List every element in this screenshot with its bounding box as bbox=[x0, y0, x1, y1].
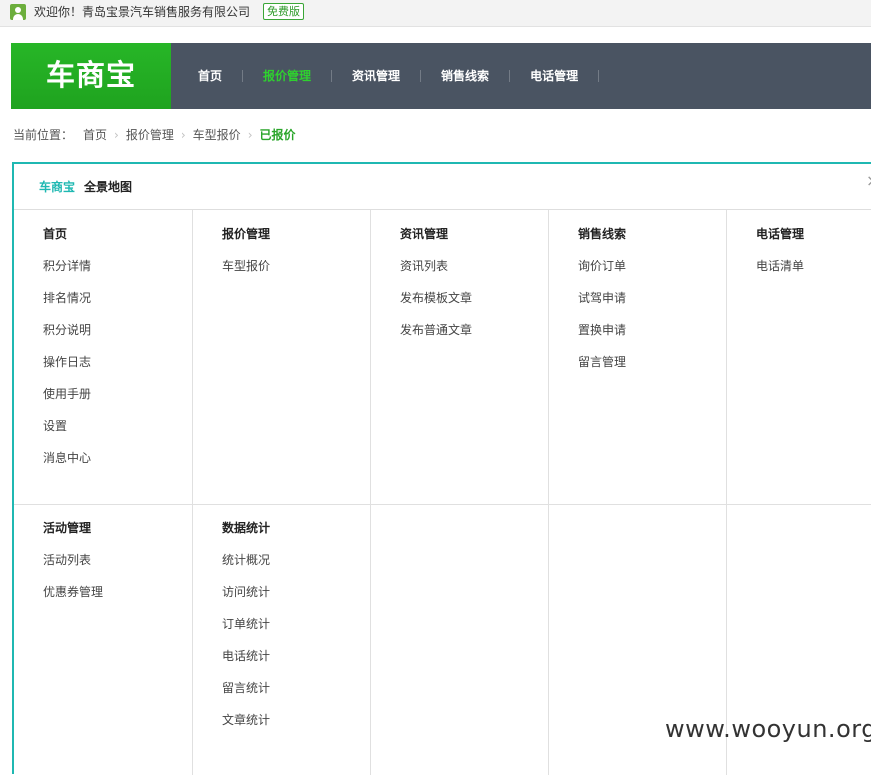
nav-item-home[interactable]: 首页 bbox=[171, 68, 242, 84]
top-bar: 欢迎你！青岛宝景汽车销售服务有限公司 免费版 bbox=[0, 0, 871, 27]
group-title: 首页 bbox=[43, 227, 68, 241]
plan-badge: 免费版 bbox=[263, 3, 304, 20]
group-title: 报价管理 bbox=[222, 227, 271, 241]
link-messages[interactable]: 消息中心 bbox=[43, 450, 221, 466]
row-divider bbox=[14, 504, 871, 505]
sitemap-group-home: 首页 积分详情 排名情况 积分说明 操作日志 使用手册 设置 消息中心 bbox=[43, 226, 221, 482]
group-title: 资讯管理 bbox=[400, 227, 449, 241]
link-manual[interactable]: 使用手册 bbox=[43, 386, 221, 402]
main-header: 车商宝 首页 报价管理 资讯管理 销售线索 电话管理 bbox=[11, 43, 871, 109]
link-test-drive[interactable]: 试驾申请 bbox=[578, 290, 756, 306]
link-publish-template[interactable]: 发布模板文章 bbox=[400, 290, 578, 306]
nav-item-news[interactable]: 资讯管理 bbox=[332, 68, 420, 84]
logo-text: 车商宝 bbox=[45, 58, 136, 92]
link-activity-list[interactable]: 活动列表 bbox=[43, 552, 221, 568]
link-stats-overview[interactable]: 统计概况 bbox=[222, 552, 400, 568]
breadcrumb-label: 当前位置： bbox=[13, 128, 74, 142]
sitemap-group-news: 资讯管理 资讯列表 发布模板文章 发布普通文章 bbox=[400, 226, 578, 354]
link-inquiry-orders[interactable]: 询价订单 bbox=[578, 258, 756, 274]
link-messages-manage[interactable]: 留言管理 bbox=[578, 354, 756, 370]
main-nav: 首页 报价管理 资讯管理 销售线索 电话管理 bbox=[171, 43, 600, 109]
sitemap-group-quotes: 报价管理 车型报价 bbox=[222, 226, 400, 290]
sitemap-group-activities: 活动管理 活动列表 优惠券管理 bbox=[43, 520, 221, 616]
link-visit-stats[interactable]: 访问统计 bbox=[222, 584, 400, 600]
link-model-quotes[interactable]: 车型报价 bbox=[222, 258, 400, 274]
nav-item-phone[interactable]: 电话管理 bbox=[510, 68, 598, 84]
link-call-stats[interactable]: 电话统计 bbox=[222, 648, 400, 664]
breadcrumb-item-current: 已报价 bbox=[259, 128, 296, 142]
link-settings[interactable]: 设置 bbox=[43, 418, 221, 434]
chevron-right-icon: › bbox=[180, 128, 186, 142]
sitemap-group-leads: 销售线索 询价订单 试驾申请 置换申请 留言管理 bbox=[578, 226, 756, 386]
link-points-info[interactable]: 积分说明 bbox=[43, 322, 221, 338]
nav-item-leads[interactable]: 销售线索 bbox=[421, 68, 509, 84]
logo[interactable]: 车商宝 bbox=[11, 43, 171, 109]
nav-divider bbox=[598, 70, 600, 82]
sitemap-group-phone: 电话管理 电话清单 bbox=[756, 226, 871, 290]
link-order-stats[interactable]: 订单统计 bbox=[222, 616, 400, 632]
breadcrumb-item-home[interactable]: 首页 bbox=[83, 127, 107, 143]
chevron-right-icon: › bbox=[247, 128, 253, 142]
link-coupons[interactable]: 优惠券管理 bbox=[43, 584, 221, 600]
group-title: 销售线索 bbox=[578, 227, 627, 241]
welcome-text: 欢迎你！青岛宝景汽车销售服务有限公司 bbox=[34, 5, 251, 19]
link-message-stats[interactable]: 留言统计 bbox=[222, 680, 400, 696]
sitemap-title: 全景地图 bbox=[84, 180, 133, 194]
breadcrumb-item-quotes[interactable]: 报价管理 bbox=[126, 127, 174, 143]
link-points-detail[interactable]: 积分详情 bbox=[43, 258, 221, 274]
link-operation-log[interactable]: 操作日志 bbox=[43, 354, 221, 370]
sitemap-panel: 车商宝 全景地图 × 首页 积分详情 排名情况 积分说明 操作日志 使用手册 设… bbox=[12, 162, 871, 775]
close-icon[interactable]: × bbox=[866, 173, 871, 189]
link-call-list[interactable]: 电话清单 bbox=[756, 258, 871, 274]
sitemap-brand: 车商宝 bbox=[39, 180, 76, 194]
chevron-right-icon: › bbox=[114, 128, 119, 142]
watermark: www.wooyun.org bbox=[665, 715, 871, 743]
link-news-list[interactable]: 资讯列表 bbox=[400, 258, 578, 274]
nav-item-quotes[interactable]: 报价管理 bbox=[243, 68, 331, 84]
link-article-stats[interactable]: 文章统计 bbox=[222, 712, 400, 728]
sitemap-header: 车商宝 全景地图 × bbox=[14, 164, 871, 210]
link-trade-in[interactable]: 置换申请 bbox=[578, 322, 756, 338]
group-title: 电话管理 bbox=[756, 227, 805, 241]
breadcrumb: 当前位置： 首页 › 报价管理 › 车型报价 › 已报价 bbox=[13, 127, 296, 143]
sitemap-group-stats: 数据统计 统计概况 访问统计 订单统计 电话统计 留言统计 文章统计 bbox=[222, 520, 400, 744]
user-icon bbox=[10, 4, 26, 20]
group-title: 数据统计 bbox=[222, 521, 271, 535]
link-publish-article[interactable]: 发布普通文章 bbox=[400, 322, 578, 338]
breadcrumb-item-model-quotes[interactable]: 车型报价 bbox=[193, 127, 241, 143]
link-ranking[interactable]: 排名情况 bbox=[43, 290, 221, 306]
group-title: 活动管理 bbox=[43, 521, 92, 535]
